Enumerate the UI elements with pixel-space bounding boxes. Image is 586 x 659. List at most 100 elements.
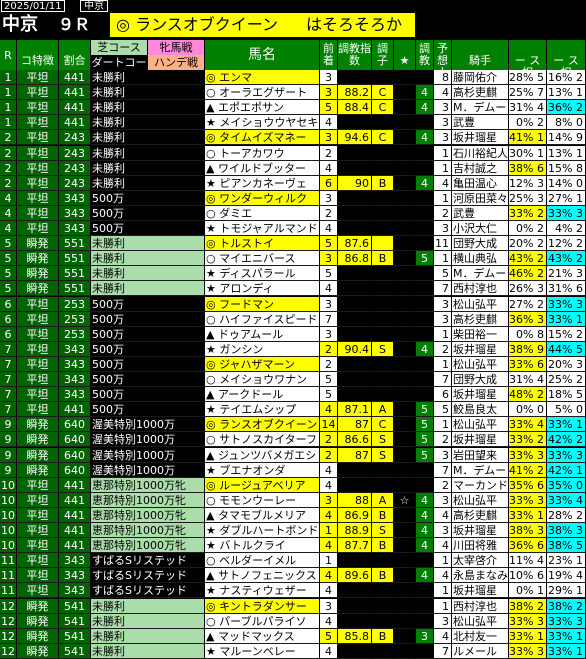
horse-cell: ○ メイショウワナン (205, 372, 320, 387)
horse-name[interactable]: ダミエ (219, 207, 252, 220)
pred-cell: 11 (434, 236, 452, 251)
horse-name[interactable]: ルージュアベリア (219, 479, 306, 492)
jockey-rate-cell: 0% 1 (509, 583, 547, 598)
horse-name[interactable]: トルストイ (219, 237, 274, 250)
ratio-cell: 640 (59, 448, 91, 463)
horse-name[interactable]: ジャハザマーン (219, 358, 295, 371)
horse-name[interactable]: マイエニバース (219, 252, 295, 265)
mark-icon: ▲ (206, 162, 218, 175)
star-cell (394, 266, 416, 281)
mark-icon: ◎ (206, 237, 220, 250)
chokyo-cell: 87 (338, 448, 372, 463)
horse-name[interactable]: パーブルパライソ (219, 615, 306, 628)
pred-cell: 1 (434, 357, 452, 372)
horse-name[interactable]: フードマン (219, 298, 274, 311)
ratio-cell: 343 (59, 583, 91, 598)
horse-name[interactable]: ワイルドブッター (218, 162, 306, 175)
course-cell: 平坦 (17, 402, 59, 417)
jockey-rate-cell: 0% 0 (509, 402, 547, 417)
jockey-cell: 高杉吏麒 (452, 508, 509, 523)
jockey-rate-cell: 11% 4 (509, 553, 547, 568)
mark-icon: ◎ (206, 600, 220, 613)
chokyo-cell: 88.4 (338, 100, 372, 115)
jockey-rate-cell: 48% 2 (509, 387, 547, 402)
horse-name[interactable]: ガンシン (219, 343, 263, 356)
horse-name[interactable]: オーラエグザート (219, 86, 307, 99)
trainer-rate-cell: 25% 2 (547, 372, 586, 387)
horse-name[interactable]: サトノスカイターフ (219, 433, 317, 446)
table-row: 12 瞬発 541 未勝利 ○ パーブルパライソ 4 3 松山弘平 33% 3 33% 3 (0, 614, 586, 629)
class-cell: 恵那特別1000万牝 (91, 538, 205, 553)
horse-name[interactable]: トモジャアルマンド (219, 222, 317, 235)
horse-name[interactable]: メイショウウヤセキ (219, 116, 318, 129)
col-course: コ特徴 (17, 40, 59, 70)
jockey-cell: 川田将雅 (452, 538, 509, 553)
pred-cell: 3 (434, 448, 452, 463)
horse-name[interactable]: エポエポサン (218, 101, 284, 114)
horse-name[interactable]: ダブルハートボンド (219, 524, 318, 537)
horse-cell: ◎ エンマ (205, 70, 320, 85)
chokyo-cell (338, 206, 372, 221)
horse-name[interactable]: ワンダーウィルク (219, 192, 307, 205)
horse-name[interactable]: ハイファイスピード (219, 313, 317, 326)
jockey-cell: 岩田望来 (452, 448, 509, 463)
class-cell: 未勝利 (91, 644, 205, 659)
horse-name[interactable]: ランスオブクイーン (219, 418, 317, 431)
star-cell (394, 342, 416, 357)
ratio-cell: 640 (59, 463, 91, 478)
horse-cell: ★ テイエムシップ (205, 402, 320, 417)
training-cell (416, 614, 434, 629)
prev-cell: 2 (320, 432, 338, 447)
horse-name[interactable]: モモンウーレー (219, 494, 296, 507)
horse-cell: ○ モモンウーレー (205, 493, 320, 508)
mark-icon: ▲ (206, 449, 218, 462)
horse-name[interactable]: ブエナオンダ (219, 464, 285, 477)
pred-cell: 1 (434, 191, 452, 206)
jockey-cell: 永島まなみ (452, 568, 509, 583)
horse-name[interactable]: メイショウワナン (219, 373, 307, 386)
chokyo-cell (338, 327, 372, 342)
horse-name[interactable]: ジュンツバメガエシ (218, 449, 316, 462)
race-cell: 5 (0, 266, 17, 281)
race-cell: 7 (0, 402, 17, 417)
horse-name[interactable]: テイエムシップ (219, 403, 296, 416)
training-cell (416, 70, 434, 85)
prev-cell: 3 (320, 191, 338, 206)
ratio-cell: 343 (59, 372, 91, 387)
course-cell: 瞬発 (17, 463, 59, 478)
horse-name[interactable]: ベルダーイメル (219, 554, 296, 567)
horse-name[interactable]: アークドール (218, 388, 283, 401)
jockey-cell: 高杉吏麒 (452, 85, 509, 100)
horse-cell: ★ ブエナオンダ (205, 463, 320, 478)
mark-icon: ▲ (206, 388, 218, 401)
race-cell: 7 (0, 387, 17, 402)
horse-name[interactable]: エンマ (219, 71, 252, 84)
mark-icon: ◎ (206, 358, 220, 371)
class-cell: すばるSリステッド (91, 568, 205, 583)
horse-name[interactable]: アロンディ (219, 282, 273, 295)
condition-cell (372, 236, 394, 251)
horse-name[interactable]: トーアカワウ (219, 147, 285, 160)
horse-name[interactable]: マッドマックス (218, 630, 295, 643)
jockey-cell: 坂井瑠星 (452, 583, 509, 598)
class-cell: 500万 (91, 191, 205, 206)
ratio-cell: 441 (59, 538, 91, 553)
horse-name[interactable]: ドゥアムール (218, 328, 283, 341)
ratio-cell: 441 (59, 478, 91, 493)
horse-name[interactable]: タマモブルメリア (218, 509, 306, 522)
horse-name[interactable]: ピアンカネーヴェ (219, 177, 307, 190)
horse-name[interactable]: キントラダンサー (219, 600, 307, 613)
horse-name[interactable]: タイムイズマネー (219, 131, 306, 144)
mark-icon: ◎ (206, 418, 220, 431)
star-cell (394, 614, 416, 629)
col-jockey-rate: ー ス 相 (509, 40, 547, 70)
horse-name[interactable]: ナスティウェザー (219, 584, 306, 597)
prev-cell: 2 (320, 342, 338, 357)
horse-name[interactable]: ディスパラール (219, 267, 295, 280)
column-header: R コ特徴 割合 芝コース 牝馬戦 ダートコー ハンデ戦 馬名 前着 調教指数 … (0, 40, 586, 70)
horse-name[interactable]: バトルクライ (219, 539, 285, 552)
pred-cell: 4 (434, 629, 452, 644)
horse-name[interactable]: マルーンベレー (219, 645, 295, 658)
jockey-rate-cell: 33% 3 (509, 614, 547, 629)
horse-name[interactable]: サトノフェニックス (218, 569, 317, 582)
